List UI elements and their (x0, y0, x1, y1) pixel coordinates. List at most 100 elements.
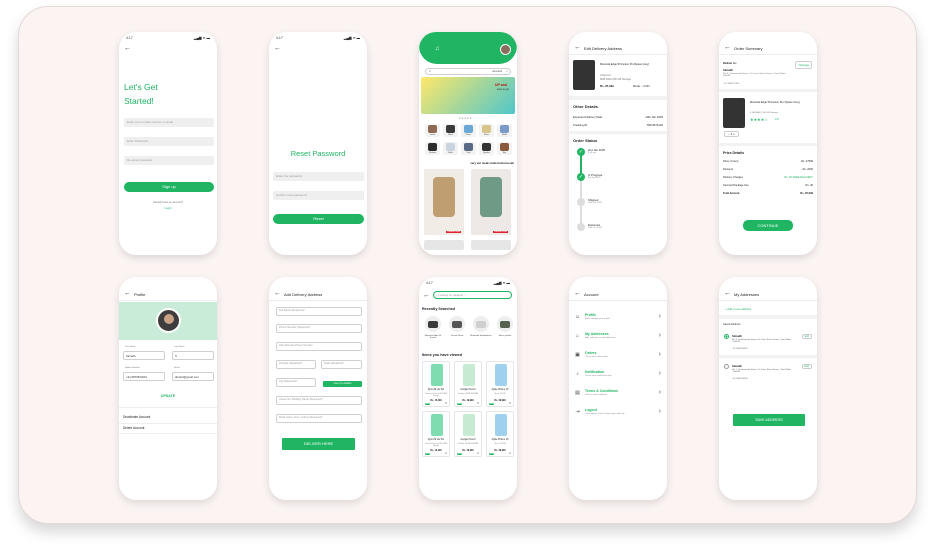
confirm-password-input[interactable]: Re-enter password (124, 156, 214, 165)
share-icon[interactable]: ⋖ (444, 451, 447, 455)
mobile-input[interactable]: +91 9876543210 (123, 372, 165, 381)
product-card-partial[interactable] (471, 240, 511, 250)
share-icon[interactable]: ⋖ (508, 451, 511, 455)
save-address-button[interactable]: SAVE ADDRESS (733, 414, 805, 426)
city-field[interactable]: City (Required)* (276, 378, 316, 387)
back-arrow-icon[interactable]: ← (724, 290, 731, 297)
promo-banner[interactable]: UP and easy to get (421, 77, 515, 114)
username-input[interactable]: Enter your mobile number or email (124, 118, 214, 127)
share-icon[interactable]: ⋖ (444, 401, 447, 405)
category-tile[interactable]: Phone (461, 124, 476, 137)
deliver-here-button[interactable]: DELIVER HERE (282, 438, 355, 450)
full-name-field[interactable]: Full Name (Required)* (276, 307, 362, 316)
address-radio[interactable] (724, 364, 729, 369)
back-arrow-icon[interactable]: ← (574, 44, 581, 51)
viewed-item-card[interactable]: Google Pixel 9 Obsidian 128GB 8GB RAM Rs. … (454, 361, 482, 407)
category-tile[interactable]: Shoes (479, 124, 494, 137)
phone-field[interactable]: Phone Number (Required)* (276, 324, 362, 333)
viewed-item-card[interactable]: Google Pixel 9 Obsidian 128GB 8GB RAM Rs. … (454, 411, 482, 457)
back-arrow-icon[interactable]: ← (274, 45, 281, 52)
signup-button[interactable]: Sign up (124, 182, 214, 192)
add-to-cart-button[interactable]: Add (489, 403, 495, 405)
continue-button[interactable]: CONTINUE (743, 220, 793, 231)
back-arrow-icon[interactable]: ← (124, 290, 131, 297)
category-tile[interactable]: Bottle (443, 142, 458, 155)
deactivate-account-link[interactable]: Deactivate Account (123, 415, 150, 419)
category-tile[interactable]: Earbuds (425, 142, 440, 155)
chevron-right-icon[interactable]: › (659, 408, 661, 415)
menu-title[interactable]: Profile (585, 313, 596, 317)
pincode-field[interactable]: Pincode (Required)* (276, 360, 316, 369)
status-time: 4:17 (426, 281, 433, 285)
share-icon[interactable]: ⋖ (476, 401, 479, 405)
road-field[interactable]: Road name, Area, Colony (Required)* (276, 414, 362, 423)
add-to-cart-button[interactable]: Add (425, 403, 431, 405)
add-to-cart-button[interactable]: Add (457, 453, 463, 455)
alt-phone-field[interactable]: Add alternate Phone Number (276, 342, 362, 351)
plus-icon[interactable]: + (733, 132, 735, 136)
viewed-item-card[interactable]: Apple iPhone 15 Black, 128 GB Rs. 69,999 Ad… (486, 411, 514, 457)
address-radio[interactable] (724, 334, 729, 339)
viewed-item-card[interactable]: Apple iPhone 15 Black, 128 GB Rs. 69,999 Ad… (486, 361, 514, 407)
profile-avatar[interactable] (156, 308, 181, 333)
back-arrow-icon[interactable]: ← (124, 45, 131, 52)
carousel-dots[interactable]: ● ● ● ● ● (459, 116, 471, 120)
menu-title[interactable]: Notification (585, 370, 604, 374)
viewed-item-card[interactable]: iQoo Z9 Lite 5G Coloured Green | 6GB 128G… (422, 411, 450, 457)
avatar[interactable] (500, 44, 511, 55)
change-address-button[interactable]: Change (795, 61, 812, 69)
add-to-cart-button[interactable]: Add (489, 453, 495, 455)
share-icon[interactable]: ⋖ (476, 451, 479, 455)
back-arrow-icon[interactable]: ← (274, 290, 281, 297)
edit-address-button[interactable]: Edit (801, 364, 812, 369)
last-name-input[interactable]: S (172, 351, 214, 360)
email-input[interactable]: abcdef@gmail.com (172, 372, 214, 381)
category-tile[interactable]: Bag (497, 142, 512, 155)
update-button[interactable]: UPDATE (119, 394, 217, 398)
chevron-right-icon[interactable]: › (659, 313, 661, 320)
search-input[interactable]: ⌕ Looking for gadgets ... (433, 291, 512, 299)
category-tile[interactable]: Speaker (479, 142, 494, 155)
status-icons: ▂▄▆ ≋ ▬ (193, 36, 210, 40)
chevron-right-icon[interactable]: › (659, 370, 661, 377)
bell-icon[interactable]: ♫ (435, 46, 440, 52)
search-icon[interactable]: ⌕ (506, 69, 508, 74)
house-field[interactable]: House No, Building Name (Required)* (276, 396, 362, 405)
login-link[interactable]: Login (119, 206, 217, 210)
reset-button[interactable]: Reset (273, 214, 364, 224)
product-card-partial[interactable] (424, 240, 464, 250)
add-to-cart-button[interactable]: Add (457, 403, 463, 405)
menu-title[interactable]: My Addresses (585, 332, 609, 336)
viewed-item-card[interactable]: iQoo Z9 Lite 5G Coloured Green | 6GB 128G… (422, 361, 450, 407)
password-input[interactable]: Enter Password (124, 137, 214, 146)
product-card-jacket-2[interactable]: Limited Deals (471, 169, 511, 235)
menu-title[interactable]: Orders (585, 351, 596, 355)
share-icon[interactable]: ⋖ (508, 401, 511, 405)
use-location-button[interactable]: Use my Location (323, 381, 362, 387)
back-arrow-icon[interactable]: ← (423, 292, 430, 299)
back-arrow-icon[interactable]: ← (724, 44, 731, 51)
new-password-input[interactable]: Enter the password (273, 172, 364, 181)
chevron-right-icon[interactable]: › (659, 332, 661, 339)
quantity-stepper[interactable]: − 1 + (724, 131, 739, 137)
divider (569, 131, 667, 134)
add-new-address-link[interactable]: + Add a new address (725, 307, 751, 311)
add-to-cart-button[interactable]: Add (425, 453, 431, 455)
product-card-jacket-1[interactable]: Limited Deals (424, 169, 464, 235)
category-tile[interactable]: Sofa (461, 142, 476, 155)
chevron-right-icon[interactable]: › (659, 389, 661, 396)
delete-account-link[interactable]: Delete Account (123, 426, 144, 430)
back-arrow-icon[interactable]: ← (574, 290, 581, 297)
category-tile[interactable]: Watch (443, 124, 458, 137)
menu-title[interactable]: Terms & Conditions (585, 389, 618, 393)
category-tile[interactable]: Jacket (425, 124, 440, 137)
confirm-new-password-input[interactable]: Confirm new password (273, 191, 364, 200)
minus-icon[interactable]: − (728, 132, 730, 136)
chevron-right-icon[interactable]: › (659, 351, 661, 358)
first-name-input[interactable]: Simadh (123, 351, 165, 360)
location-bar[interactable]: ⌖ Around ⌕ (425, 68, 511, 75)
edit-address-button[interactable]: Edit (801, 334, 812, 339)
state-field[interactable]: State (Required)* (321, 360, 362, 369)
menu-title[interactable]: Logout (585, 408, 597, 412)
category-tile[interactable]: Mobile (497, 124, 512, 137)
